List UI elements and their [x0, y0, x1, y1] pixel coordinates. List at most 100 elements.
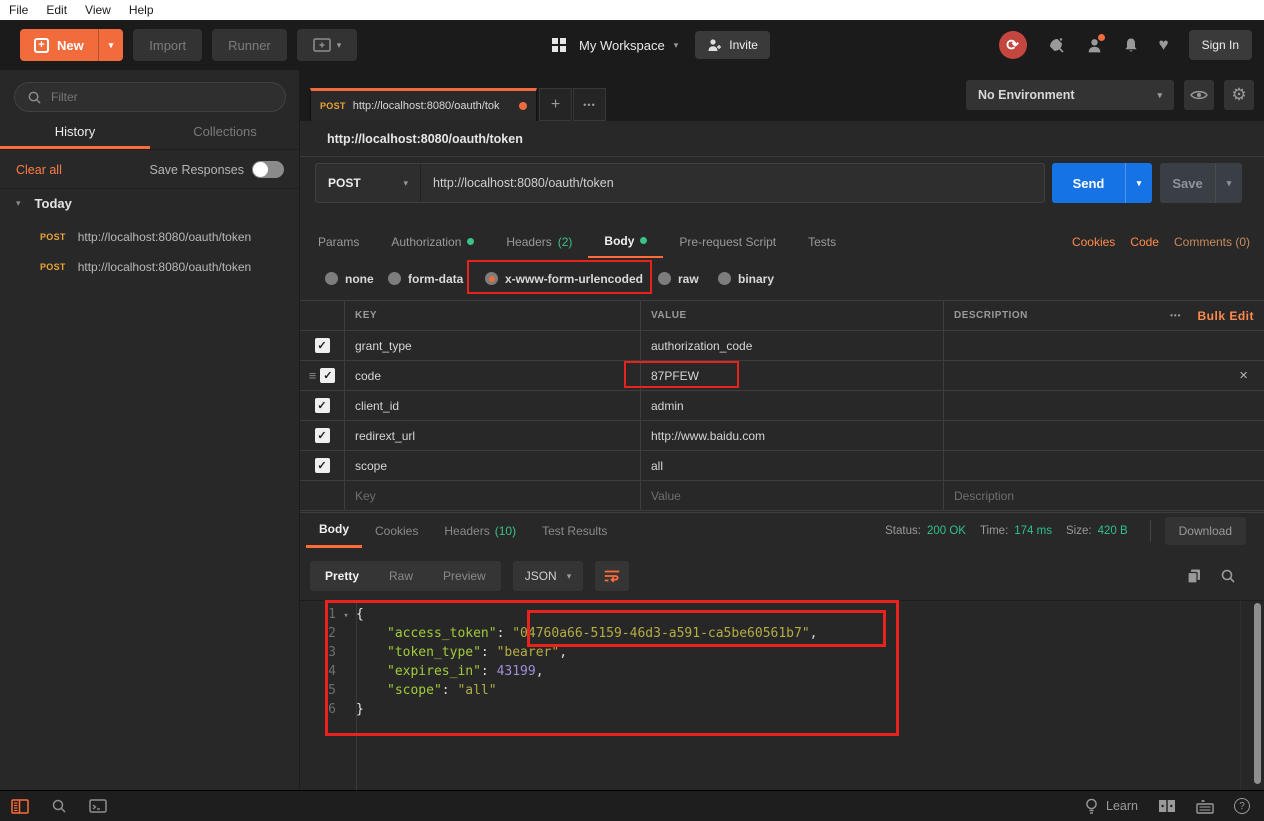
- value-cell[interactable]: Value: [641, 481, 944, 510]
- value-cell[interactable]: 87PFEW: [641, 361, 944, 390]
- value-cell[interactable]: authorization_code: [641, 331, 944, 360]
- view-raw[interactable]: Raw: [374, 561, 428, 591]
- tab-tests[interactable]: Tests: [792, 225, 852, 258]
- code-link[interactable]: Code: [1130, 235, 1159, 249]
- key-cell[interactable]: grant_type: [345, 331, 641, 360]
- save-responses-toggle[interactable]: [252, 161, 284, 178]
- scrollbar-thumb[interactable]: [1254, 603, 1261, 784]
- description-cell[interactable]: ×: [944, 361, 1264, 390]
- drag-handle-icon[interactable]: ≡: [309, 368, 317, 383]
- save-button[interactable]: Save ▾: [1160, 163, 1242, 203]
- send-dropdown-button[interactable]: ▾: [1125, 163, 1152, 203]
- console-icon[interactable]: [89, 799, 107, 813]
- copy-icon[interactable]: [1186, 568, 1202, 584]
- tab-authorization[interactable]: Authorization: [375, 225, 490, 258]
- key-cell[interactable]: redirext_url: [345, 421, 641, 450]
- wrap-lines-button[interactable]: [595, 561, 630, 591]
- send-button[interactable]: Send ▾: [1052, 163, 1152, 203]
- row-checkbox[interactable]: ✓: [320, 368, 336, 383]
- response-body-editor[interactable]: 1 ▾{ 2 "access_token": "04760a66-5159-46d3…: [300, 600, 1264, 790]
- table-options-icon[interactable]: •••: [1170, 311, 1181, 320]
- sync-status-icon[interactable]: ⟳: [998, 31, 1027, 59]
- body-type-form-data[interactable]: form-data: [388, 262, 463, 295]
- settings-button[interactable]: ⚙: [1224, 80, 1254, 110]
- two-pane-view-icon[interactable]: [1158, 799, 1176, 813]
- satellite-icon[interactable]: [1047, 36, 1066, 55]
- description-cell[interactable]: Description: [944, 481, 1264, 510]
- sidebar-toggle-icon[interactable]: [11, 798, 29, 814]
- menu-file[interactable]: File: [0, 3, 37, 17]
- body-type-urlencoded[interactable]: x-www-form-urlencoded: [485, 262, 643, 295]
- key-cell[interactable]: scope: [345, 451, 641, 480]
- cookies-link[interactable]: Cookies: [1072, 235, 1115, 249]
- sign-in-button[interactable]: Sign In: [1188, 30, 1252, 60]
- history-group-today[interactable]: ▾ Today: [16, 196, 72, 211]
- learn-link[interactable]: Learn: [1085, 798, 1138, 815]
- body-type-none[interactable]: none: [325, 262, 374, 295]
- key-cell[interactable]: client_id: [345, 391, 641, 420]
- history-item[interactable]: POST http://localhost:8080/oauth/token: [40, 222, 290, 252]
- description-cell[interactable]: [944, 421, 1264, 450]
- description-cell[interactable]: [944, 331, 1264, 360]
- filter-input[interactable]: [51, 90, 251, 104]
- view-preview[interactable]: Preview: [428, 561, 501, 591]
- view-pretty[interactable]: Pretty: [310, 561, 374, 591]
- menu-help[interactable]: Help: [120, 3, 163, 17]
- row-checkbox[interactable]: ✓: [314, 428, 330, 443]
- tab-body[interactable]: Body: [588, 225, 664, 258]
- download-button[interactable]: Download: [1164, 516, 1246, 545]
- tab-collections[interactable]: Collections: [150, 118, 300, 149]
- description-cell[interactable]: [944, 451, 1264, 480]
- row-checkbox[interactable]: ✓: [314, 338, 330, 353]
- runner-button[interactable]: Runner: [212, 29, 287, 61]
- search-icon[interactable]: [51, 798, 67, 814]
- menu-edit[interactable]: Edit: [37, 3, 76, 17]
- row-checkbox[interactable]: ✓: [314, 398, 330, 413]
- new-tab-button[interactable]: +: [539, 88, 572, 121]
- heart-icon[interactable]: ♥: [1159, 35, 1169, 55]
- keyboard-shortcuts-icon[interactable]: [1196, 799, 1214, 814]
- save-dropdown-button[interactable]: ▾: [1215, 163, 1242, 203]
- clear-all-link[interactable]: Clear all: [16, 163, 62, 177]
- response-tab-headers[interactable]: Headers (10): [431, 513, 529, 548]
- body-type-raw[interactable]: raw: [658, 262, 699, 295]
- key-cell[interactable]: code: [345, 361, 641, 390]
- user-notifications-icon[interactable]: [1086, 33, 1105, 54]
- response-tab-body[interactable]: Body: [306, 513, 362, 548]
- workspace-name[interactable]: My Workspace: [579, 38, 665, 53]
- value-cell[interactable]: http://www.baidu.com: [641, 421, 944, 450]
- new-window-button[interactable]: ▾: [296, 29, 358, 61]
- invite-button[interactable]: Invite: [695, 31, 770, 59]
- new-dropdown-button[interactable]: ▾: [97, 29, 124, 61]
- history-item[interactable]: POST http://localhost:8080/oauth/token: [40, 252, 290, 282]
- response-tab-cookies[interactable]: Cookies: [362, 513, 431, 548]
- bell-icon[interactable]: [1123, 37, 1139, 54]
- tab-prerequest-script[interactable]: Pre-request Script: [663, 225, 792, 258]
- row-checkbox[interactable]: ✓: [314, 458, 330, 473]
- request-tab[interactable]: POST http://localhost:8080/oauth/tok: [310, 88, 537, 121]
- search-response-icon[interactable]: [1220, 568, 1236, 584]
- key-cell[interactable]: Key: [345, 481, 641, 510]
- url-input[interactable]: [421, 164, 1044, 202]
- tab-headers[interactable]: Headers (2): [490, 225, 588, 258]
- tab-history[interactable]: History: [0, 118, 150, 149]
- bulk-edit-link[interactable]: Bulk Edit: [1197, 309, 1254, 323]
- filter-search[interactable]: [14, 82, 286, 112]
- new-button[interactable]: + New ▾: [20, 29, 124, 61]
- description-cell[interactable]: [944, 391, 1264, 420]
- format-select[interactable]: JSON ▾: [512, 561, 584, 591]
- delete-row-icon[interactable]: ×: [1239, 367, 1254, 384]
- help-icon[interactable]: ?: [1234, 798, 1250, 814]
- value-cell[interactable]: all: [641, 451, 944, 480]
- tab-params[interactable]: Params: [302, 225, 375, 258]
- comments-link[interactable]: Comments (0): [1174, 235, 1250, 249]
- environment-quicklook-button[interactable]: [1184, 80, 1214, 110]
- tab-options-button[interactable]: •••: [573, 88, 606, 121]
- environment-select[interactable]: No Environment ▾: [966, 80, 1174, 110]
- value-cell[interactable]: admin: [641, 391, 944, 420]
- import-button[interactable]: Import: [133, 29, 203, 61]
- chevron-down-icon[interactable]: ▾: [674, 40, 679, 51]
- response-tab-test-results[interactable]: Test Results: [529, 513, 620, 548]
- menu-view[interactable]: View: [76, 3, 120, 17]
- body-type-binary[interactable]: binary: [718, 262, 774, 295]
